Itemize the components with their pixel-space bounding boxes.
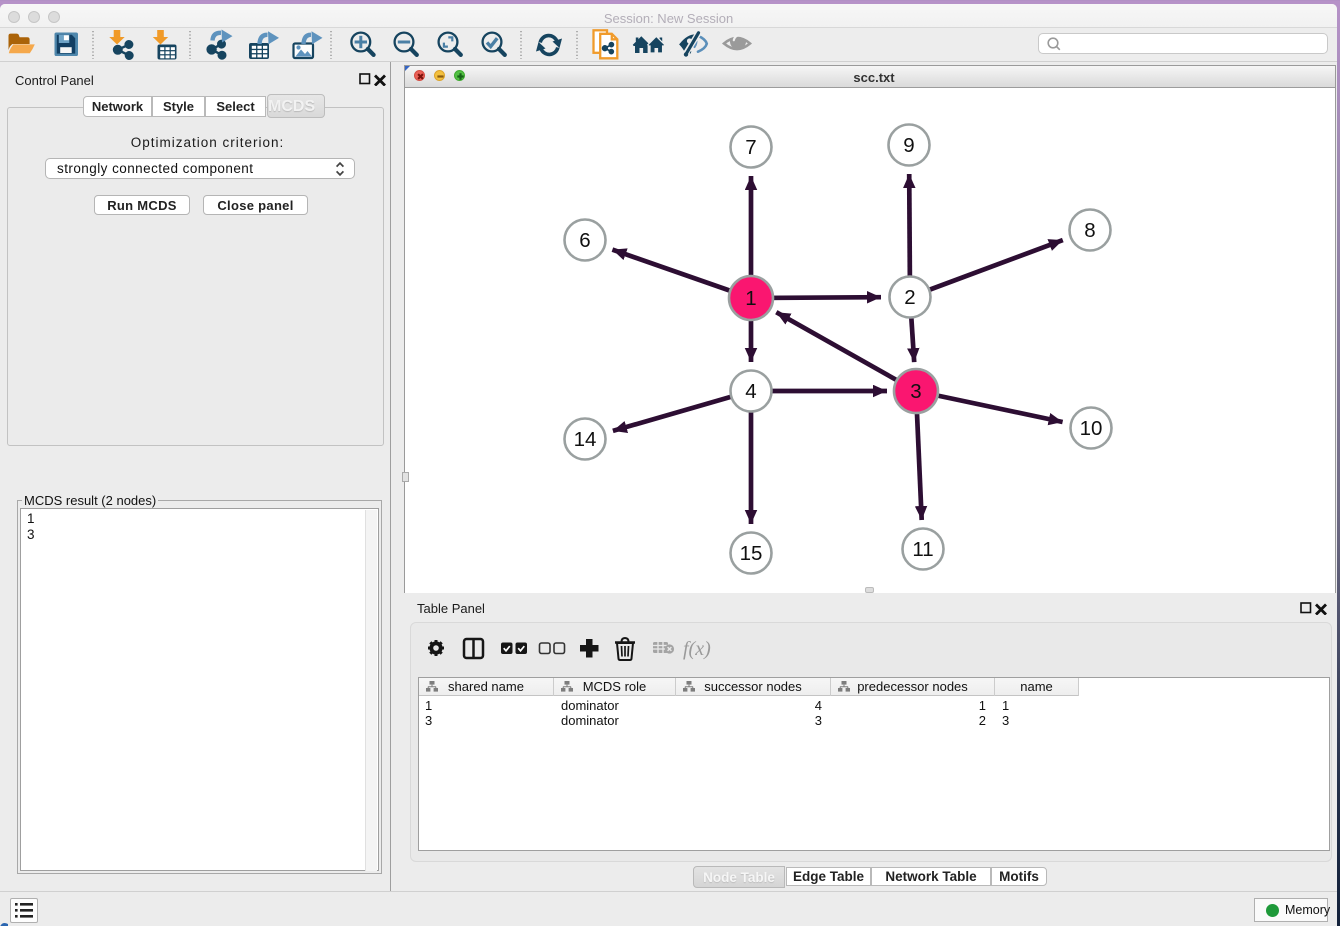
svg-text:6: 6	[579, 229, 590, 252]
svg-text:1: 1	[745, 287, 756, 310]
svg-text:10: 10	[1080, 417, 1103, 440]
svg-text:3: 3	[910, 380, 921, 403]
svg-text:f(x): f(x)	[683, 638, 711, 660]
svg-text:4: 4	[745, 380, 756, 403]
svg-text:15: 15	[740, 542, 763, 565]
svg-text:8: 8	[1084, 219, 1095, 242]
svg-text:11: 11	[912, 538, 933, 561]
svg-text:9: 9	[903, 134, 914, 157]
svg-text:14: 14	[574, 428, 597, 451]
svg-text:7: 7	[745, 136, 756, 159]
svg-text:2: 2	[904, 286, 915, 309]
